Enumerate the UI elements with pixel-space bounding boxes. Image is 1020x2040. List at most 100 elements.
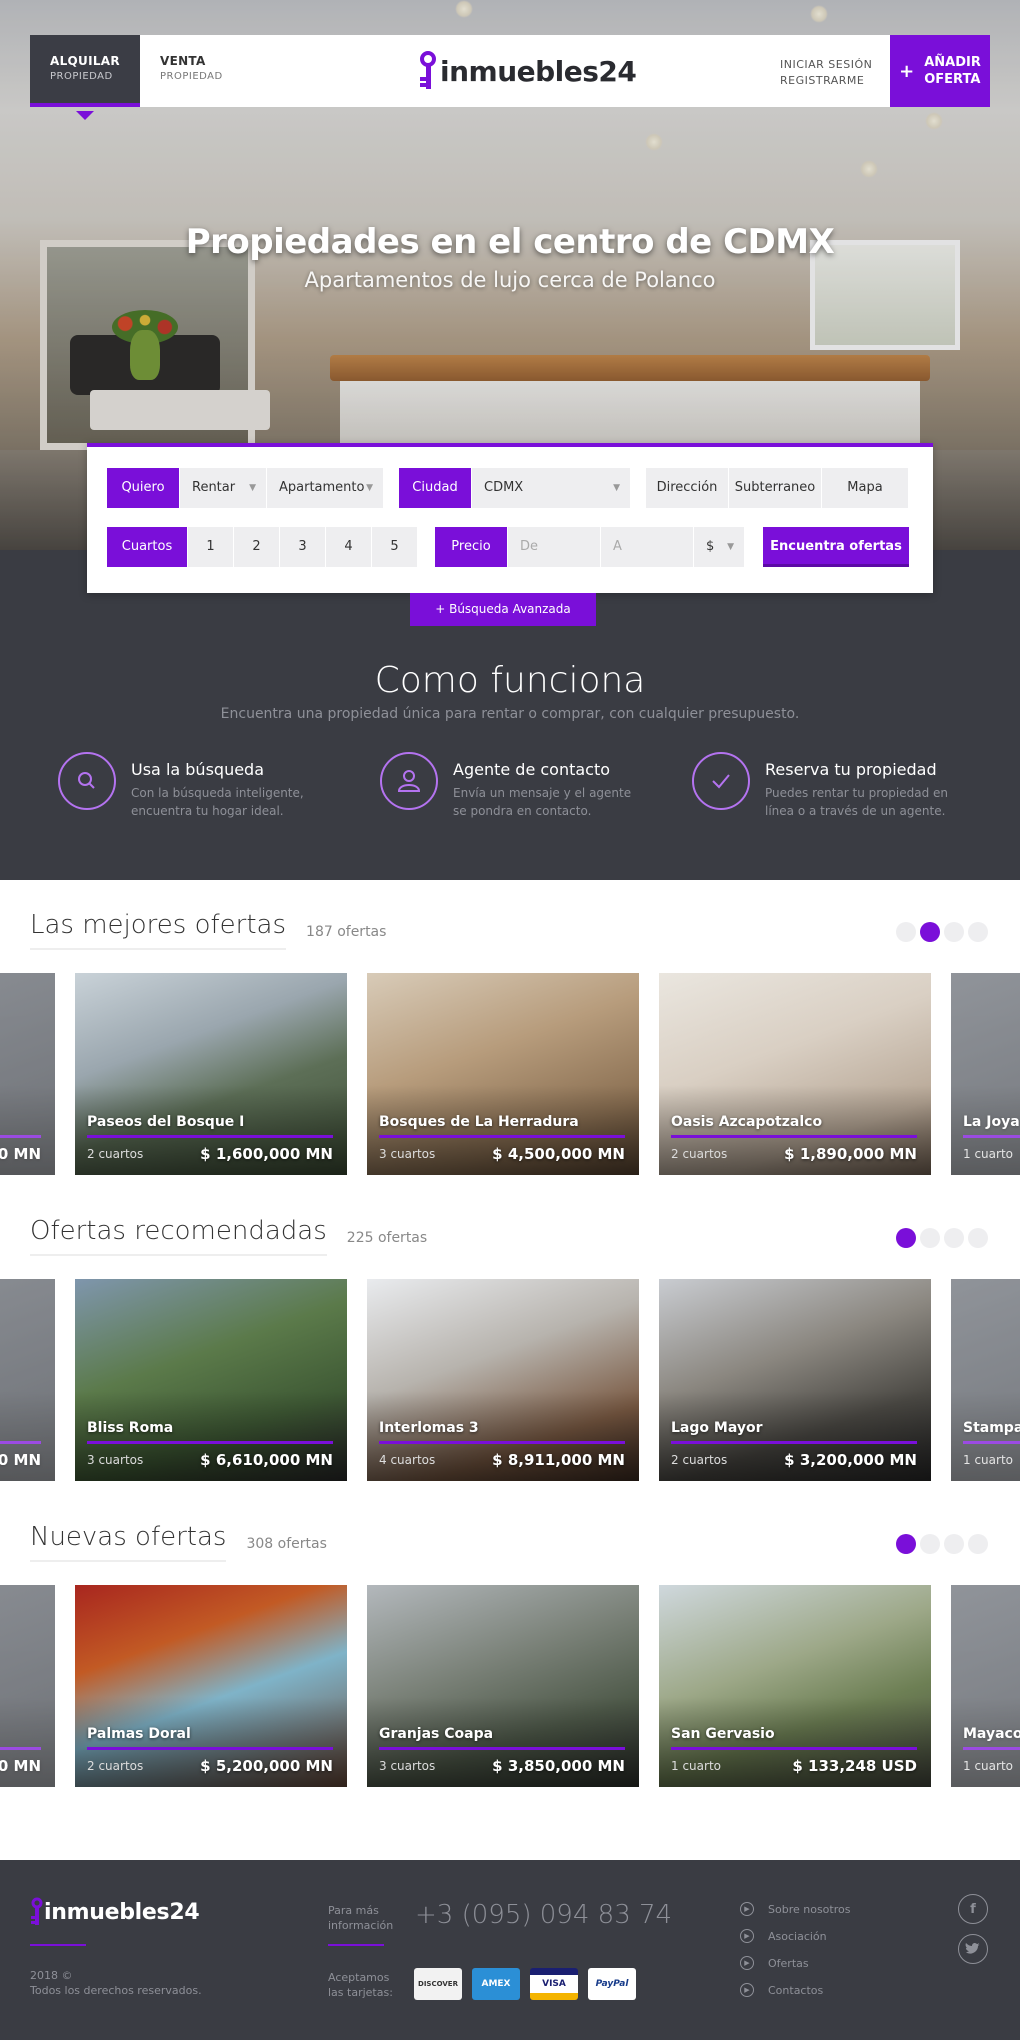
card-name: Oasis Azcapotzalco: [671, 1114, 823, 1130]
city-label: Ciudad: [399, 468, 471, 508]
key-icon: [31, 1897, 43, 1925]
divider: [30, 1944, 86, 1946]
card-shade: [951, 1391, 1020, 1481]
card-rooms: 1 cuarto: [963, 1759, 1013, 1773]
advanced-search-button[interactable]: + Búsqueda Avanzada: [410, 593, 596, 626]
logo[interactable]: inmuebles24: [418, 49, 637, 93]
carousel-dot[interactable]: [896, 1534, 916, 1554]
footer-link-association[interactable]: ▶ Asociación: [740, 1929, 827, 1943]
card-rooms: 3 cuartos: [87, 1453, 144, 1467]
listing-card[interactable]: Palmas Doral 2 cuartos $ 5,200,000 MN: [75, 1585, 347, 1787]
card-rooms: 4 cuartos: [379, 1453, 436, 1467]
listing-card[interactable]: San Gervasio 1 cuarto $ 133,248 USD: [659, 1585, 931, 1787]
want-select[interactable]: Rentar ▼: [180, 468, 266, 508]
footer-link-about[interactable]: ▶ Sobre nosotros: [740, 1902, 850, 1916]
tab-sale-property[interactable]: VENTA PROPIEDAD: [140, 35, 260, 107]
section-title: Ofertas recomendadas: [30, 1216, 327, 1256]
listing-card[interactable]: Bosques de La Herradura 3 cuartos $ 4,500,…: [367, 973, 639, 1175]
listing-card[interactable]: Bliss Roma 3 cuartos $ 6,610,000 MN: [75, 1279, 347, 1481]
price-to-input[interactable]: A: [601, 527, 693, 567]
currency-select[interactable]: $ ▼: [694, 527, 744, 567]
type-select[interactable]: Apartamento ▼: [267, 468, 383, 508]
listing-card[interactable]: Granjas Coapa 3 cuartos $ 3,850,000 MN: [367, 1585, 639, 1787]
price-from-input[interactable]: De: [508, 527, 600, 567]
chevron-down-icon: ▼: [727, 542, 734, 552]
address-button[interactable]: Dirección: [646, 468, 728, 508]
footer-link-label: Ofertas: [768, 1956, 809, 1970]
carousel-dot[interactable]: [920, 1228, 940, 1248]
carousel-dot[interactable]: [968, 922, 988, 942]
footer: inmuebles24 2018 © Todos los derechos res…: [0, 1860, 1020, 2040]
rooms-label: Cuartos: [107, 527, 187, 567]
listing-card-partial[interactable]: Stampa 1 cuarto: [951, 1279, 1020, 1481]
listing-card-partial[interactable]: Mayacol 1 cuarto: [951, 1585, 1020, 1787]
login-link[interactable]: INICIAR SESIÓN: [780, 57, 872, 73]
card-accent-bar: [963, 1747, 1020, 1750]
listing-card-partial[interactable]: 0 MN: [0, 1279, 55, 1481]
chevron-down-icon: ▼: [366, 483, 373, 493]
city-select[interactable]: CDMX ▼: [472, 468, 630, 508]
register-link[interactable]: REGISTRARME: [780, 73, 872, 89]
add-offer-button[interactable]: + AÑADIR OFERTA: [890, 35, 990, 107]
tab-rent-sub: PROPIEDAD: [50, 71, 113, 82]
carousel-dot[interactable]: [944, 1534, 964, 1554]
rooms-option-5[interactable]: 5: [372, 527, 417, 567]
carousel-dot[interactable]: [920, 922, 940, 942]
footer-logo[interactable]: inmuebles24: [30, 1897, 200, 1927]
step-search: Usa la búsqueda Con la búsqueda intelige…: [58, 752, 358, 822]
card-accent-bar: [87, 1441, 333, 1444]
rooms-option-1[interactable]: 1: [188, 527, 233, 567]
step-desc: Envía un mensaje y el agente se pondra e…: [453, 786, 632, 818]
listing-card-partial[interactable]: 0 MN: [0, 1585, 55, 1787]
city-value: CDMX: [484, 480, 524, 495]
card-accent-bar: [87, 1747, 333, 1750]
card-rooms: 2 cuartos: [671, 1147, 728, 1161]
rooms-option-2[interactable]: 2: [234, 527, 279, 567]
twitter-icon[interactable]: [958, 1934, 988, 1964]
card-rooms: 1 cuarto: [671, 1759, 721, 1773]
carousel-dot[interactable]: [920, 1534, 940, 1554]
active-tab-arrow: [76, 111, 94, 120]
section-title: Las mejores ofertas: [30, 910, 287, 950]
listing-card[interactable]: Lago Mayor 2 cuartos $ 3,200,000 MN: [659, 1279, 931, 1481]
listing-card[interactable]: Oasis Azcapotzalco 2 cuartos $ 1,890,000 M…: [659, 973, 931, 1175]
facebook-icon[interactable]: f: [958, 1894, 988, 1924]
find-offers-button[interactable]: Encuentra ofertas: [763, 527, 909, 567]
info-label: Para más información: [328, 1903, 393, 1933]
carousel-dot[interactable]: [968, 1534, 988, 1554]
carousel-dot[interactable]: [896, 1228, 916, 1248]
footer-link-offers[interactable]: ▶ Ofertas: [740, 1956, 809, 1970]
card-price: $ 3,850,000 MN: [492, 1757, 625, 1775]
footer-link-contacts[interactable]: ▶ Contactos: [740, 1983, 823, 1997]
rooms-option-4[interactable]: 4: [326, 527, 371, 567]
chevron-down-icon: ▼: [613, 483, 620, 493]
card-accent-bar: [0, 1441, 41, 1444]
listing-card[interactable]: Interlomas 3 4 cuartos $ 8,911,000 MN: [367, 1279, 639, 1481]
listing-card-partial[interactable]: 0 MN: [0, 973, 55, 1175]
hero-subtitle: Apartamentos de lujo cerca de Polanco: [304, 268, 716, 292]
listing-card-partial[interactable]: La Joya 1 cuarto: [951, 973, 1020, 1175]
plus-icon: +: [899, 60, 915, 82]
carousel-dot[interactable]: [968, 1228, 988, 1248]
carousel-dot[interactable]: [944, 1228, 964, 1248]
rooms-option-3[interactable]: 3: [280, 527, 325, 567]
card-price: $ 1,890,000 MN: [784, 1145, 917, 1163]
account-links: INICIAR SESIÓN REGISTRARME: [780, 57, 872, 89]
currency-value: $: [706, 539, 715, 554]
subway-button[interactable]: Subterraneo: [729, 468, 821, 508]
phone-number[interactable]: +3 (095) 094 83 74: [415, 1900, 672, 1930]
info-label-2: información: [328, 1919, 394, 1932]
map-button[interactable]: Mapa: [822, 468, 908, 508]
divider: [328, 1944, 384, 1946]
card-price: $ 1,600,000 MN: [200, 1145, 333, 1163]
cards-label-2: las tarjetas:: [328, 1986, 393, 1999]
listing-card[interactable]: Paseos del Bosque I 2 cuartos $ 1,600,000 …: [75, 973, 347, 1175]
tab-rent-property[interactable]: ALQUILAR PROPIEDAD: [30, 35, 140, 107]
carousel-dot[interactable]: [896, 922, 916, 942]
card-accent-bar: [379, 1135, 625, 1138]
card-accent-bar: [671, 1747, 917, 1750]
copyright: 2018 © Todos los derechos reservados.: [30, 1968, 202, 1998]
card-accent-bar: [671, 1441, 917, 1444]
cards-label-1: Aceptamos: [328, 1971, 390, 1984]
carousel-dot[interactable]: [944, 922, 964, 942]
